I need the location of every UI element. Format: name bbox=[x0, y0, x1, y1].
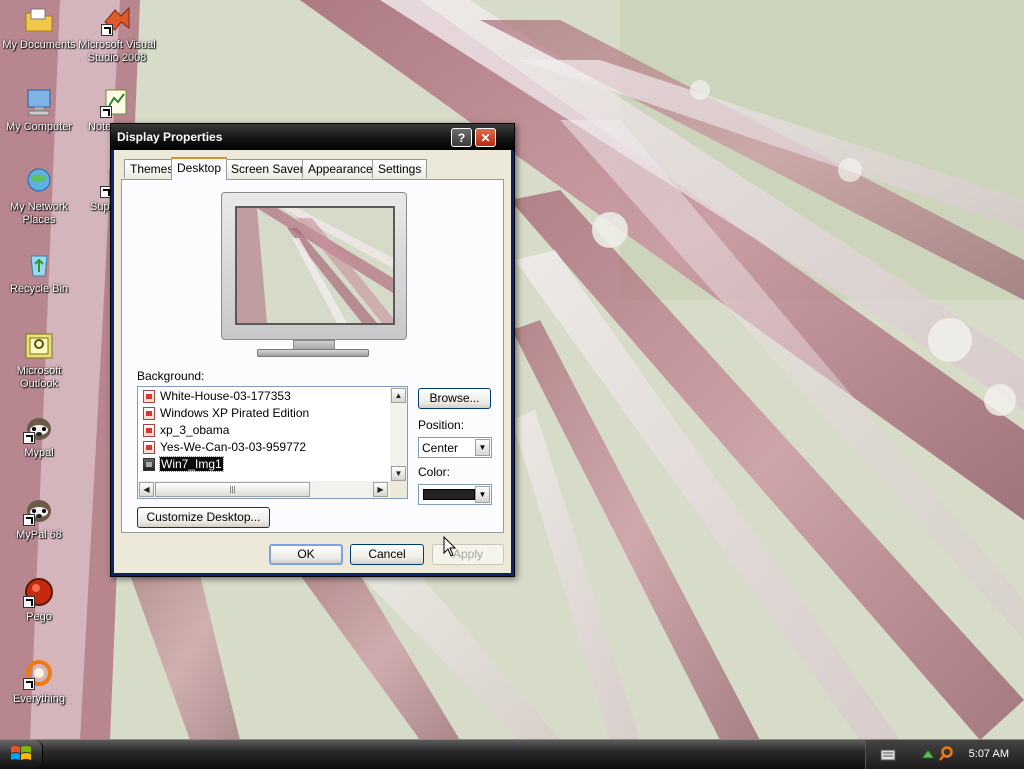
picture-file-icon bbox=[143, 441, 155, 454]
desktop-icon-visual-studio[interactable]: Microsoft Visual Studio 2008 bbox=[78, 4, 156, 65]
horizontal-scroll-thumb[interactable]: ||| bbox=[155, 482, 310, 497]
desktop-tab-panel: Background: White-House-03-177353 Window… bbox=[121, 179, 504, 533]
list-item[interactable]: White-House-03-177353 bbox=[140, 388, 390, 405]
scroll-left-button[interactable]: ◀ bbox=[139, 482, 154, 497]
folder-icon bbox=[25, 8, 53, 32]
desktop-icon-pego[interactable]: Pego bbox=[0, 576, 78, 624]
taskbar: 5:07 AM bbox=[0, 739, 1024, 769]
list-item[interactable]: Windows XP Pirated Edition bbox=[140, 405, 390, 422]
keyboard-icon[interactable] bbox=[880, 748, 896, 762]
customize-desktop-button[interactable]: Customize Desktop... bbox=[137, 507, 270, 528]
shortcut-arrow-icon bbox=[23, 678, 35, 690]
dialog-client-area: Themes Desktop Screen Saver Appearance S… bbox=[114, 150, 511, 573]
dialog-titlebar[interactable]: Display Properties ? ✕ bbox=[111, 124, 514, 150]
start-button[interactable] bbox=[0, 740, 43, 769]
clock[interactable]: 5:07 AM bbox=[969, 748, 1009, 760]
dialog-title: Display Properties bbox=[117, 130, 223, 144]
desktop-icon-my-computer[interactable]: My Computer bbox=[0, 86, 78, 134]
desktop-icon-microsoft-outlook[interactable]: Microsoft Outlook bbox=[0, 330, 78, 391]
recycle-bin-icon bbox=[30, 255, 48, 277]
network-status-icon[interactable] bbox=[920, 746, 936, 762]
desktop-icon-mypal[interactable]: Mypal bbox=[0, 412, 78, 460]
shortcut-arrow-icon bbox=[101, 24, 113, 36]
picture-file-icon bbox=[143, 390, 155, 403]
background-listbox[interactable]: White-House-03-177353 Windows XP Pirated… bbox=[137, 386, 408, 499]
list-item[interactable]: Yes-We-Can-03-03-959772 bbox=[140, 439, 390, 456]
browse-button[interactable]: Browse... bbox=[418, 388, 491, 409]
scroll-up-button[interactable]: ▲ bbox=[391, 388, 406, 403]
help-button[interactable]: ? bbox=[451, 128, 472, 147]
chevron-down-icon[interactable]: ▼ bbox=[475, 486, 490, 503]
scrollbar-corner bbox=[390, 481, 407, 498]
desktop-icon-everything[interactable]: Everything bbox=[0, 658, 78, 706]
close-icon: ✕ bbox=[480, 131, 491, 145]
shortcut-arrow-icon bbox=[23, 514, 35, 526]
ok-button[interactable]: OK bbox=[269, 544, 343, 565]
scroll-right-button[interactable]: ▶ bbox=[373, 482, 388, 497]
display-properties-dialog: Display Properties ? ✕ Themes Desktop Sc… bbox=[110, 123, 515, 577]
list-item[interactable]: xp_3_obama bbox=[140, 422, 390, 439]
arrow-up-icon: ▲ bbox=[394, 391, 403, 400]
picture-file-icon bbox=[143, 424, 155, 437]
shortcut-arrow-icon bbox=[23, 596, 35, 608]
desktop-icon-mypal-68[interactable]: MyPal 68 bbox=[0, 494, 78, 542]
windows-logo-icon bbox=[11, 746, 31, 760]
shortcut-arrow-icon bbox=[23, 432, 35, 444]
tab-desktop[interactable]: Desktop bbox=[171, 157, 228, 180]
list-item-selected[interactable]: Win7_Img1 bbox=[140, 456, 390, 473]
picture-file-icon bbox=[143, 407, 155, 420]
color-picker[interactable]: ▼ bbox=[418, 484, 492, 505]
position-label: Position: bbox=[418, 418, 465, 432]
search-icon[interactable] bbox=[938, 746, 954, 762]
desktop-icon-my-network-places[interactable]: My Network Places bbox=[0, 166, 78, 227]
desktop-icon-my-documents[interactable]: My Documents bbox=[0, 4, 78, 52]
chevron-down-icon[interactable]: ▼ bbox=[475, 439, 490, 456]
mouse-cursor-icon bbox=[443, 536, 457, 557]
picture-file-icon bbox=[143, 458, 155, 471]
outlook-icon bbox=[25, 333, 53, 359]
close-button[interactable]: ✕ bbox=[475, 128, 496, 147]
monitor-base bbox=[257, 349, 369, 357]
shortcut-arrow-icon bbox=[100, 106, 112, 118]
grip-icon: ||| bbox=[229, 485, 236, 494]
horizontal-scrollbar[interactable]: ◀ ||| ▶ bbox=[138, 481, 390, 498]
scroll-down-button[interactable]: ▼ bbox=[391, 466, 406, 481]
tab-appearance[interactable]: Appearance bbox=[302, 159, 379, 178]
color-swatch bbox=[423, 489, 475, 500]
wallpaper-preview bbox=[235, 206, 395, 325]
background-label: Background: bbox=[137, 369, 205, 383]
system-tray: 5:07 AM bbox=[865, 740, 1024, 769]
help-icon: ? bbox=[457, 131, 466, 145]
monitor-preview bbox=[221, 192, 407, 364]
cancel-button[interactable]: Cancel bbox=[350, 544, 424, 565]
position-select[interactable]: Center ▼ bbox=[418, 437, 492, 458]
arrow-down-icon: ▼ bbox=[394, 469, 403, 478]
vertical-scrollbar[interactable]: ▲ ▼ bbox=[390, 387, 407, 482]
position-select-value: Center bbox=[422, 441, 459, 455]
tab-settings[interactable]: Settings bbox=[372, 159, 428, 178]
arrow-right-icon: ▶ bbox=[377, 485, 384, 494]
tab-screen-saver[interactable]: Screen Saver bbox=[225, 159, 310, 178]
arrow-left-icon: ◀ bbox=[143, 485, 150, 494]
network-icon bbox=[27, 168, 51, 192]
color-label: Color: bbox=[418, 465, 451, 479]
desktop-icon-recycle-bin[interactable]: Recycle Bin bbox=[0, 248, 78, 296]
computer-icon bbox=[27, 89, 51, 116]
